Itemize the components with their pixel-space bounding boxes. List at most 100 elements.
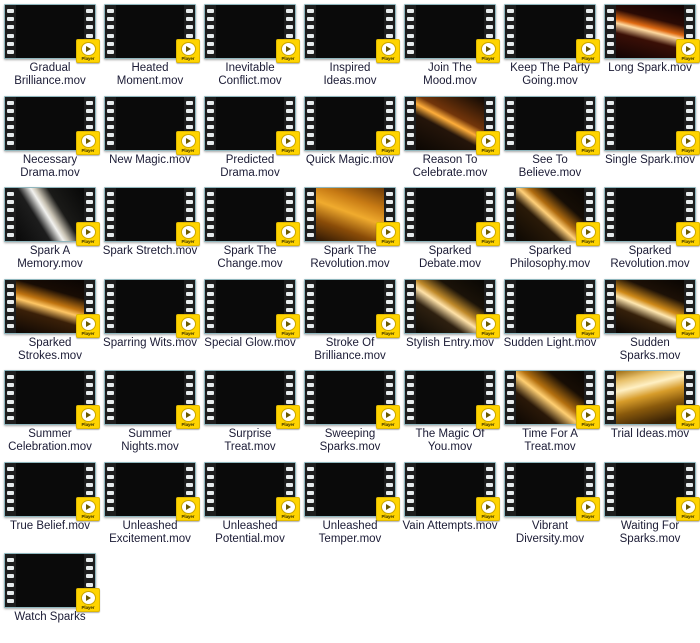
- player-badge[interactable]: Player: [676, 222, 700, 246]
- video-file-item[interactable]: Player Special Glow.mov: [200, 275, 300, 367]
- player-badge[interactable]: Player: [276, 39, 300, 63]
- video-thumbnail[interactable]: Player: [204, 461, 300, 521]
- video-file-item[interactable]: Player Quick Magic.mov: [300, 92, 400, 184]
- player-badge[interactable]: Player: [176, 405, 200, 429]
- video-thumbnail[interactable]: Player: [304, 4, 400, 63]
- video-thumbnail[interactable]: Player: [604, 370, 700, 429]
- player-badge[interactable]: Player: [176, 222, 200, 246]
- player-badge[interactable]: Player: [476, 130, 500, 155]
- player-badge[interactable]: Player: [476, 496, 500, 521]
- player-badge[interactable]: Player: [76, 39, 100, 63]
- video-thumbnail[interactable]: Player: [4, 461, 100, 521]
- player-badge[interactable]: Player: [176, 130, 200, 155]
- video-file-item[interactable]: Player Sudden Sparks.mov: [600, 275, 700, 367]
- video-file-item[interactable]: Player See To Believe.mov: [500, 92, 600, 184]
- player-badge[interactable]: Player: [576, 39, 600, 63]
- video-thumbnail[interactable]: Player: [204, 370, 300, 429]
- video-thumbnail[interactable]: Player: [304, 461, 400, 521]
- video-thumbnail[interactable]: Player: [204, 4, 300, 63]
- player-badge[interactable]: Player: [676, 313, 700, 338]
- video-thumbnail[interactable]: Player: [404, 370, 500, 429]
- video-thumbnail[interactable]: Player: [204, 95, 300, 155]
- player-badge[interactable]: Player: [476, 313, 500, 338]
- video-file-item[interactable]: Player Stylish Entry.mov: [400, 275, 500, 367]
- player-badge[interactable]: Player: [76, 496, 100, 521]
- player-badge[interactable]: Player: [576, 313, 600, 338]
- video-thumbnail[interactable]: Player: [104, 95, 200, 155]
- video-thumbnail[interactable]: Player: [304, 187, 400, 246]
- player-badge[interactable]: Player: [76, 313, 100, 338]
- video-file-item[interactable]: Player Long Spark.mov: [600, 0, 700, 92]
- video-file-item[interactable]: Player The Magic Of You.mov: [400, 366, 500, 458]
- player-badge[interactable]: Player: [376, 496, 400, 521]
- video-file-item[interactable]: Player Sparring Wits.mov: [100, 275, 200, 367]
- video-file-item[interactable]: Player Sparked Strokes.mov: [0, 275, 100, 367]
- video-file-item[interactable]: Player Inspired Ideas.mov: [300, 0, 400, 92]
- video-thumbnail[interactable]: Player: [304, 278, 400, 338]
- video-thumbnail[interactable]: Player: [504, 95, 600, 155]
- video-file-item[interactable]: Player Predicted Drama.mov: [200, 92, 300, 184]
- video-file-item[interactable]: Player Surprise Treat.mov: [200, 366, 300, 458]
- video-file-item[interactable]: Player Sweeping Sparks.mov: [300, 366, 400, 458]
- player-badge[interactable]: Player: [76, 405, 100, 429]
- player-badge[interactable]: Player: [276, 222, 300, 246]
- player-badge[interactable]: Player: [576, 222, 600, 246]
- video-file-item[interactable]: Player Spark The Change.mov: [200, 183, 300, 275]
- player-badge[interactable]: Player: [276, 405, 300, 429]
- player-badge[interactable]: Player: [176, 313, 200, 338]
- video-thumbnail[interactable]: Player: [604, 4, 700, 63]
- video-thumbnail[interactable]: Player: [604, 95, 700, 155]
- video-thumbnail[interactable]: Player: [4, 95, 100, 155]
- video-thumbnail[interactable]: Player: [104, 4, 200, 63]
- video-thumbnail[interactable]: Player: [604, 461, 700, 521]
- video-thumbnail[interactable]: Player: [404, 187, 500, 246]
- player-badge[interactable]: Player: [376, 130, 400, 155]
- video-thumbnail[interactable]: Player: [604, 278, 700, 338]
- video-thumbnail[interactable]: Player: [404, 278, 500, 338]
- video-file-item[interactable]: Player Sudden Light.mov: [500, 275, 600, 367]
- player-badge[interactable]: Player: [676, 130, 700, 155]
- video-thumbnail[interactable]: Player: [604, 187, 700, 246]
- player-badge[interactable]: Player: [476, 39, 500, 63]
- video-file-item[interactable]: Player Unleashed Temper.mov: [300, 458, 400, 550]
- video-file-item[interactable]: Player Unleashed Potential.mov: [200, 458, 300, 550]
- video-thumbnail[interactable]: Player: [4, 278, 100, 338]
- video-file-item[interactable]: Player Vibrant Diversity.mov: [500, 458, 600, 550]
- player-badge[interactable]: Player: [176, 39, 200, 63]
- video-file-item[interactable]: Player Stroke Of Brilliance.mov: [300, 275, 400, 367]
- video-file-item[interactable]: Player Single Spark.mov: [600, 92, 700, 184]
- video-file-item[interactable]: Player Heated Moment.mov: [100, 0, 200, 92]
- player-badge[interactable]: Player: [376, 39, 400, 63]
- player-badge[interactable]: Player: [376, 222, 400, 246]
- video-file-item[interactable]: Player Summer Celebration.mov: [0, 366, 100, 458]
- player-badge[interactable]: Player: [276, 313, 300, 338]
- video-thumbnail[interactable]: Player: [104, 187, 200, 246]
- video-thumbnail[interactable]: Player: [104, 278, 200, 338]
- video-thumbnail[interactable]: Player: [504, 187, 600, 246]
- video-thumbnail[interactable]: Player: [304, 370, 400, 429]
- video-thumbnail[interactable]: Player: [504, 4, 600, 63]
- player-badge[interactable]: Player: [476, 405, 500, 429]
- player-badge[interactable]: Player: [176, 496, 200, 521]
- video-file-item[interactable]: Player Reason To Celebrate.mov: [400, 92, 500, 184]
- player-badge[interactable]: Player: [376, 405, 400, 429]
- video-thumbnail[interactable]: Player: [4, 370, 100, 429]
- video-file-item[interactable]: Player Vain Attempts.mov: [400, 458, 500, 550]
- video-file-item[interactable]: Player Unleashed Excitement.mov: [100, 458, 200, 550]
- player-badge[interactable]: Player: [676, 496, 700, 521]
- video-file-item[interactable]: Player Join The Mood.mov: [400, 0, 500, 92]
- video-file-item[interactable]: Player Spark The Revolution.mov: [300, 183, 400, 275]
- video-file-item[interactable]: Player Sparked Debate.mov: [400, 183, 500, 275]
- video-thumbnail[interactable]: Player: [204, 187, 300, 246]
- video-file-item[interactable]: Player Trial Ideas.mov: [600, 366, 700, 458]
- video-file-item[interactable]: Player Summer Nights.mov: [100, 366, 200, 458]
- video-thumbnail[interactable]: Player: [104, 461, 200, 521]
- player-badge[interactable]: Player: [476, 222, 500, 246]
- player-badge[interactable]: Player: [76, 222, 100, 246]
- player-badge[interactable]: Player: [576, 405, 600, 429]
- player-badge[interactable]: Player: [76, 588, 100, 612]
- video-file-item[interactable]: Player Time For A Treat.mov: [500, 366, 600, 458]
- video-thumbnail[interactable]: Player: [504, 461, 600, 521]
- video-thumbnail[interactable]: Player: [204, 278, 300, 338]
- player-badge[interactable]: Player: [276, 130, 300, 155]
